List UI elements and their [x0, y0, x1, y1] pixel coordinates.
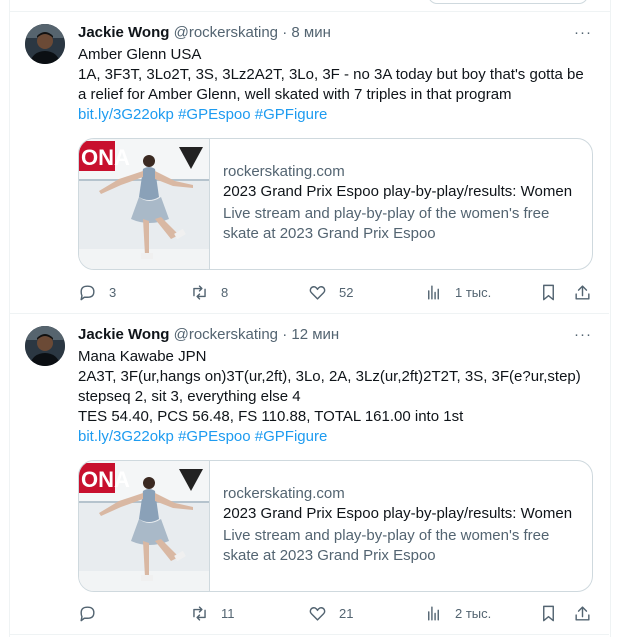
svg-text:ONA: ONA [81, 145, 130, 170]
share-icon [575, 284, 590, 300]
author-name[interactable]: Jackie Wong [78, 326, 169, 343]
short-link[interactable]: bit.ly/3G22okp [78, 428, 174, 445]
tweet-line: a relief for Amber Glenn, well skated wi… [78, 86, 512, 103]
bookmark-icon [543, 605, 554, 621]
tweet-divider [10, 313, 609, 314]
avatar[interactable] [25, 24, 65, 64]
like-count: 21 [339, 605, 354, 621]
views-button[interactable]: 1 тыс. [424, 282, 491, 302]
author-handle[interactable]: @rockerskating [174, 326, 278, 343]
divider [9, 11, 610, 12]
hashtag-gpespoo[interactable]: #GPEspoo [178, 106, 251, 123]
tweet-text: Amber Glenn USA 1A, 3F3T, 3Lo2T, 3S, 3Lz… [78, 45, 598, 125]
view-count: 2 тыс. [455, 605, 492, 621]
card-desc-line: skate at 2023 Grand Prix Espoo [223, 225, 436, 242]
views-chart-icon [428, 284, 439, 300]
hashtag-gpespoo[interactable]: #GPEspoo [178, 428, 251, 445]
heart-icon [309, 606, 326, 621]
tweet-line: TES 54.40, PCS 56.48, FS 110.88, TOTAL 1… [78, 408, 464, 425]
link-card[interactable]: ONA rockerskating.com 2023 Grand Prix Es… [78, 138, 593, 270]
tweet-header: Jackie Wong @rockerskating · 8 мин [78, 23, 331, 43]
reply-icon [80, 284, 95, 300]
tweet-line: Amber Glenn USA [78, 46, 202, 63]
card-domain: rockerskating.com [223, 163, 345, 180]
tweet-line: stepseq 2, sit 3, everything else 4 [78, 388, 301, 405]
timestamp[interactable]: 12 мин [291, 326, 339, 343]
link-card[interactable]: ONA rockerskating.com 2023 Grand Prix Es… [78, 460, 593, 592]
more-options-icon[interactable]: ··· [573, 325, 593, 345]
retweet-button[interactable]: 11 [190, 603, 235, 623]
svg-text:ONA: ONA [81, 467, 130, 492]
author-name[interactable]: Jackie Wong [78, 24, 169, 41]
tweet-links-line: bit.ly/3G22okp #GPEspoo #GPFigure [78, 427, 598, 447]
card-title: 2023 Grand Prix Espoo play-by-play/resul… [223, 183, 573, 200]
share-button[interactable] [573, 282, 592, 302]
short-link[interactable]: bit.ly/3G22okp [78, 106, 174, 123]
tweet-text: Mana Kawabe JPN 2A3T, 3F(ur,hangs on)3T(… [78, 347, 598, 447]
card-desc-line: skate at 2023 Grand Prix Espoo [223, 547, 436, 564]
tweet-divider [10, 634, 609, 635]
card-text: rockerskating.com 2023 Grand Prix Espoo … [223, 162, 583, 244]
tweet-actions: 3 8 52 1 тыс. [78, 282, 598, 302]
card-text: rockerskating.com 2023 Grand Prix Espoo … [223, 484, 583, 566]
share-button[interactable] [573, 603, 592, 623]
bookmark-icon [543, 284, 554, 300]
tweet-header: Jackie Wong @rockerskating · 12 мин [78, 325, 339, 345]
card-description: Live stream and play-by-play of the wome… [223, 204, 583, 244]
card-thumbnail[interactable]: ONA [79, 139, 210, 269]
view-count: 1 тыс. [455, 284, 492, 300]
reply-button[interactable]: 3 [78, 282, 116, 302]
heart-icon [309, 285, 326, 300]
tweet-line: 2A3T, 3F(ur,hangs on)3T(ur,2ft), 3Lo, 2A… [78, 368, 581, 385]
hashtag-gpfigure[interactable]: #GPFigure [255, 106, 328, 123]
separator-dot: · [282, 326, 288, 343]
reply-count: 3 [109, 284, 117, 300]
retweet-icon [193, 284, 206, 300]
reply-button[interactable] [78, 603, 109, 623]
reply-icon [80, 605, 95, 621]
author-handle[interactable]: @rockerskating [174, 24, 278, 41]
more-options-icon[interactable]: ··· [573, 23, 593, 43]
tweet-line: Mana Kawabe JPN [78, 348, 207, 365]
card-thumbnail[interactable]: ONA [79, 461, 210, 591]
card-title: 2023 Grand Prix Espoo play-by-play/resul… [223, 505, 573, 522]
tweet-links-line: bit.ly/3G22okp #GPEspoo #GPFigure [78, 105, 598, 125]
retweet-count: 8 [221, 284, 229, 300]
views-chart-icon [428, 605, 439, 621]
avatar[interactable] [25, 326, 65, 366]
share-icon [575, 605, 590, 621]
card-desc-line: Live stream and play-by-play of the wome… [223, 527, 550, 544]
like-count: 52 [339, 284, 354, 300]
bookmark-button[interactable] [539, 603, 558, 623]
like-button[interactable]: 52 [308, 282, 353, 302]
separator-dot: · [282, 24, 288, 41]
card-description: Live stream and play-by-play of the wome… [223, 526, 583, 566]
retweet-icon [193, 605, 206, 621]
retweet-button[interactable]: 8 [190, 282, 228, 302]
card-desc-line: Live stream and play-by-play of the wome… [223, 205, 550, 222]
tweet-actions: 11 21 2 тыс. [78, 603, 598, 623]
bookmark-button[interactable] [539, 282, 558, 302]
like-button[interactable]: 21 [308, 603, 353, 623]
tweet-line: 1A, 3F3T, 3Lo2T, 3S, 3Lz2A2T, 3Lo, 3F - … [78, 66, 584, 83]
card-domain: rockerskating.com [223, 485, 345, 502]
hashtag-gpfigure[interactable]: #GPFigure [255, 428, 328, 445]
timestamp[interactable]: 8 мин [291, 24, 331, 41]
views-button[interactable]: 2 тыс. [424, 603, 491, 623]
retweet-count: 11 [221, 605, 235, 621]
